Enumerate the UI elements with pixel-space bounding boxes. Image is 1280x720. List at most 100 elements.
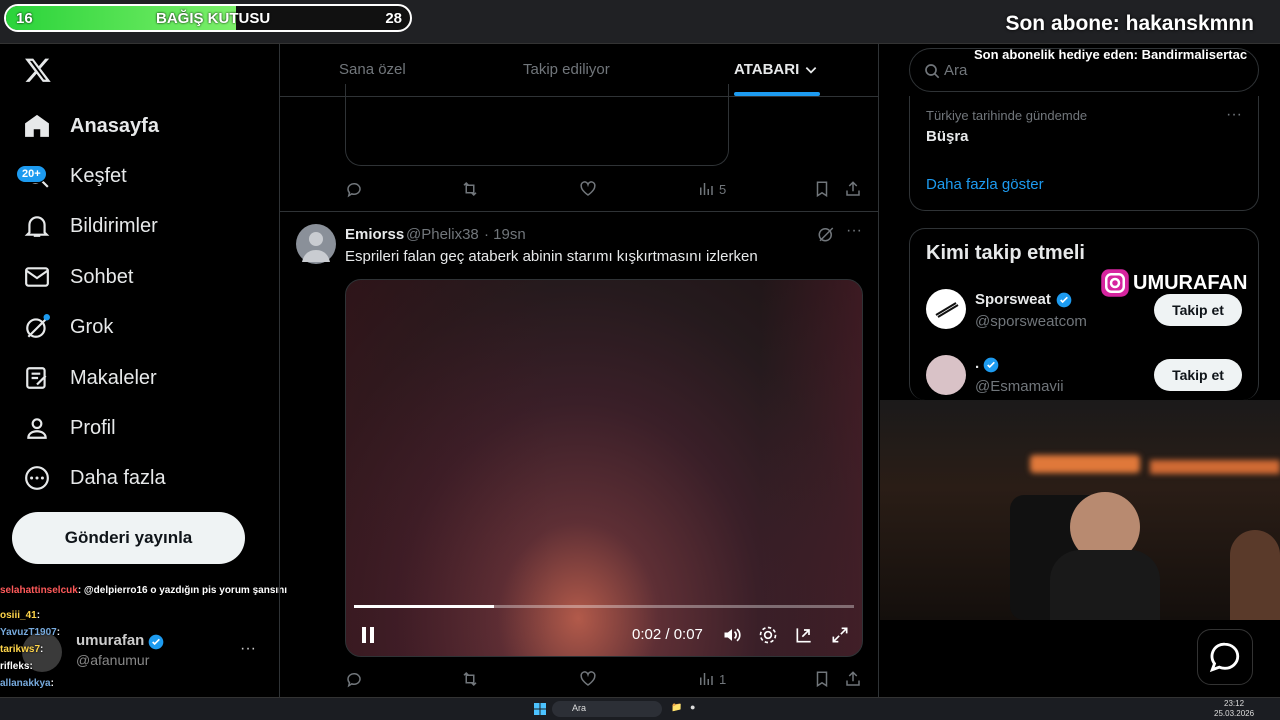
x-logo-icon[interactable] <box>24 56 52 89</box>
suggestion-name[interactable]: Sporsweat <box>975 291 1051 308</box>
follow-button[interactable]: Takip et <box>1154 359 1242 391</box>
nav-notifications[interactable]: Bildirimler <box>24 206 158 246</box>
views-count: 1 <box>719 671 727 687</box>
donation-right-value: 28 <box>385 10 402 27</box>
chat-text: : <box>29 661 33 672</box>
article-icon <box>26 367 47 389</box>
chat-message: allanakkya: <box>0 675 295 692</box>
views-button[interactable]: 1 <box>697 670 726 688</box>
bookmark-icon <box>816 671 828 688</box>
active-tab-indicator <box>734 92 820 96</box>
wall-light <box>1030 455 1140 473</box>
fullscreen-icon[interactable] <box>830 625 850 645</box>
volume-icon[interactable] <box>722 625 742 645</box>
folder-icon[interactable]: 📁 <box>671 702 682 713</box>
bookmark-button[interactable] <box>813 180 835 198</box>
chat-message: selahattinselcuk: @delpierro16 o yazdığı… <box>0 582 295 599</box>
tab-for-you[interactable]: Sana özel <box>339 61 406 78</box>
bookmark-button[interactable] <box>813 670 835 688</box>
pause-icon[interactable] <box>360 626 376 644</box>
video-progress-fill <box>354 605 494 608</box>
who-to-follow-card: Kimi takip etmeli Sporsweat @sporsweatco… <box>909 228 1259 400</box>
show-more-link[interactable]: Daha fazla göster <box>926 176 1044 193</box>
follow-button[interactable]: Takip et <box>1154 294 1242 326</box>
donation-progress-bar: 16 BAĞIŞ KUTUSU 28 <box>4 4 412 32</box>
chat-message: tarikws7: <box>0 641 295 658</box>
post-more-icon[interactable]: ··· <box>846 222 862 240</box>
donation-left-value: 16 <box>16 10 33 27</box>
heart-icon <box>580 181 596 196</box>
post[interactable]: Emiorss @Phelix38 · 19sn ··· Esprileri f… <box>280 212 878 704</box>
streamer-body <box>1050 550 1160 620</box>
search-input[interactable]: Ara <box>909 48 1259 92</box>
taskbar-search-label: Ara <box>572 703 587 713</box>
repost-button[interactable] <box>461 180 483 198</box>
repost-button[interactable] <box>461 670 483 688</box>
search-icon <box>925 64 940 79</box>
repost-icon <box>463 671 477 687</box>
chat-user: rifleks <box>0 661 30 672</box>
views-icon <box>700 673 713 685</box>
avatar[interactable] <box>926 289 966 329</box>
share-button[interactable] <box>844 670 866 688</box>
like-button[interactable] <box>579 180 601 198</box>
trend-more-icon[interactable]: ··· <box>1226 106 1242 124</box>
nav-home[interactable]: Anasayfa <box>24 106 159 146</box>
chevron-down-icon[interactable] <box>804 63 818 77</box>
sporsweat-logo-icon <box>935 302 959 318</box>
chat-user: osiii_41 <box>0 610 37 621</box>
trend-name[interactable]: Büşra <box>926 128 969 145</box>
instagram-icon <box>1101 269 1129 297</box>
nav-grok[interactable]: Grok <box>24 307 113 347</box>
stream-chat-overlay: selahattinselcuk: @delpierro16 o yazdığı… <box>0 566 295 706</box>
bookmark-icon <box>816 181 828 198</box>
video-player[interactable]: 0:02 / 0:07 <box>345 279 863 657</box>
avatar[interactable] <box>926 355 966 395</box>
nav-articles[interactable]: Makaleler <box>24 358 157 398</box>
wall-light <box>1150 460 1280 474</box>
share-button[interactable] <box>844 180 866 198</box>
windows-start-icon[interactable] <box>534 703 546 715</box>
nav-more[interactable]: Daha fazla <box>24 458 166 498</box>
video-frame <box>346 280 862 656</box>
picture-in-picture-icon[interactable] <box>794 625 814 645</box>
views-count: 5 <box>719 181 727 197</box>
grok-icon[interactable] <box>817 225 835 243</box>
post-button[interactable]: Gönderi yayınla <box>12 512 245 564</box>
trends-card: Türkiye tarihinde gündemde Büşra ··· Dah… <box>909 96 1259 211</box>
suggestion-handle: @Esmamavii <box>975 378 1064 395</box>
tab-list[interactable]: ATABARI <box>734 61 799 78</box>
taskbar-search[interactable]: Ara <box>552 701 662 717</box>
tab-following[interactable]: Takip ediliyor <box>523 61 610 78</box>
home-icon <box>25 114 49 137</box>
reply-button[interactable] <box>345 180 367 198</box>
post-author-handle[interactable]: @Phelix38 <box>406 226 479 243</box>
share-icon <box>846 181 860 196</box>
mail-icon <box>25 267 49 287</box>
messages-fab[interactable] <box>1197 629 1253 685</box>
reply-button[interactable] <box>345 670 367 688</box>
suggestion-name[interactable]: . <box>975 355 979 372</box>
grok-icon <box>26 314 50 338</box>
reply-icon <box>347 183 361 198</box>
settings-gear-icon[interactable] <box>758 625 778 645</box>
like-button[interactable] <box>579 670 601 688</box>
nav-grok-label: Grok <box>70 315 114 338</box>
more-circle-icon <box>25 466 49 490</box>
post-author-name[interactable]: Emiorss <box>345 226 404 243</box>
repost-icon <box>463 181 477 197</box>
views-button[interactable]: 5 <box>697 180 726 198</box>
trend-context: Türkiye tarihinde gündemde <box>926 108 1088 123</box>
avatar[interactable] <box>296 224 336 264</box>
last-subscriber: Son abone: hakanskmnn <box>1005 12 1254 35</box>
chat-user: allanakkya <box>0 678 51 689</box>
post-text: Esprileri falan geç ataberk abinin starı… <box>345 248 758 265</box>
video-progress-track[interactable] <box>354 605 854 608</box>
chat-text: : <box>40 644 44 655</box>
previous-post-media[interactable] <box>345 84 729 166</box>
nav-messages[interactable]: Sohbet <box>24 257 133 297</box>
post-time[interactable]: · 19sn <box>484 226 526 243</box>
chrome-icon[interactable]: ● <box>690 702 695 712</box>
nav-profile[interactable]: Profil <box>24 408 116 448</box>
video-time: 0:02 / 0:07 <box>632 626 703 643</box>
